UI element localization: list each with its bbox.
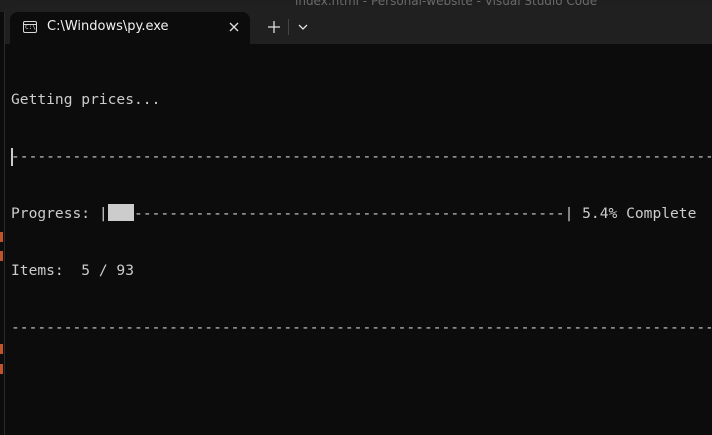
separator-line-bottom: ----------------------------------------… [11, 319, 711, 336]
terminal-icon: C:\ [23, 21, 37, 33]
progress-label: Progress: | [11, 205, 108, 222]
plus-icon [268, 21, 280, 33]
new-tab-button[interactable] [262, 16, 286, 38]
chevron-down-icon [298, 24, 308, 30]
tab-bar: C:\ C:\Windows\py.exe [5, 6, 712, 44]
items-line: Items: 5 / 93 [11, 262, 135, 279]
background-window-edge [0, 344, 3, 354]
terminal-window[interactable]: C:\ C:\Windows\py.exe Getting prices... … [4, 6, 712, 435]
progress-line: Progress: | -----------------------------… [11, 204, 711, 223]
separator-line: ----------------------------------------… [11, 148, 711, 165]
tab-py-exe[interactable]: C:\ C:\Windows\py.exe [10, 12, 250, 44]
close-icon[interactable] [224, 17, 244, 37]
background-window-edge [0, 364, 3, 374]
tab-separator [288, 19, 289, 35]
tab-title: C:\Windows\py.exe [47, 19, 169, 34]
progress-bar-fill [107, 204, 135, 221]
terminal-icon-label: C:\ [25, 24, 36, 31]
text-cursor [11, 148, 13, 166]
progress-percent: | 5.4% Complete [564, 205, 697, 222]
status-line: Getting prices... [11, 91, 161, 108]
background-window-edge [0, 251, 3, 261]
tab-dropdown-button[interactable] [292, 16, 314, 38]
progress-bar-remainder: ----------------------------------------… [134, 205, 565, 222]
console-output[interactable]: Getting prices... ----------------------… [11, 52, 711, 375]
background-window-edge [0, 232, 3, 242]
